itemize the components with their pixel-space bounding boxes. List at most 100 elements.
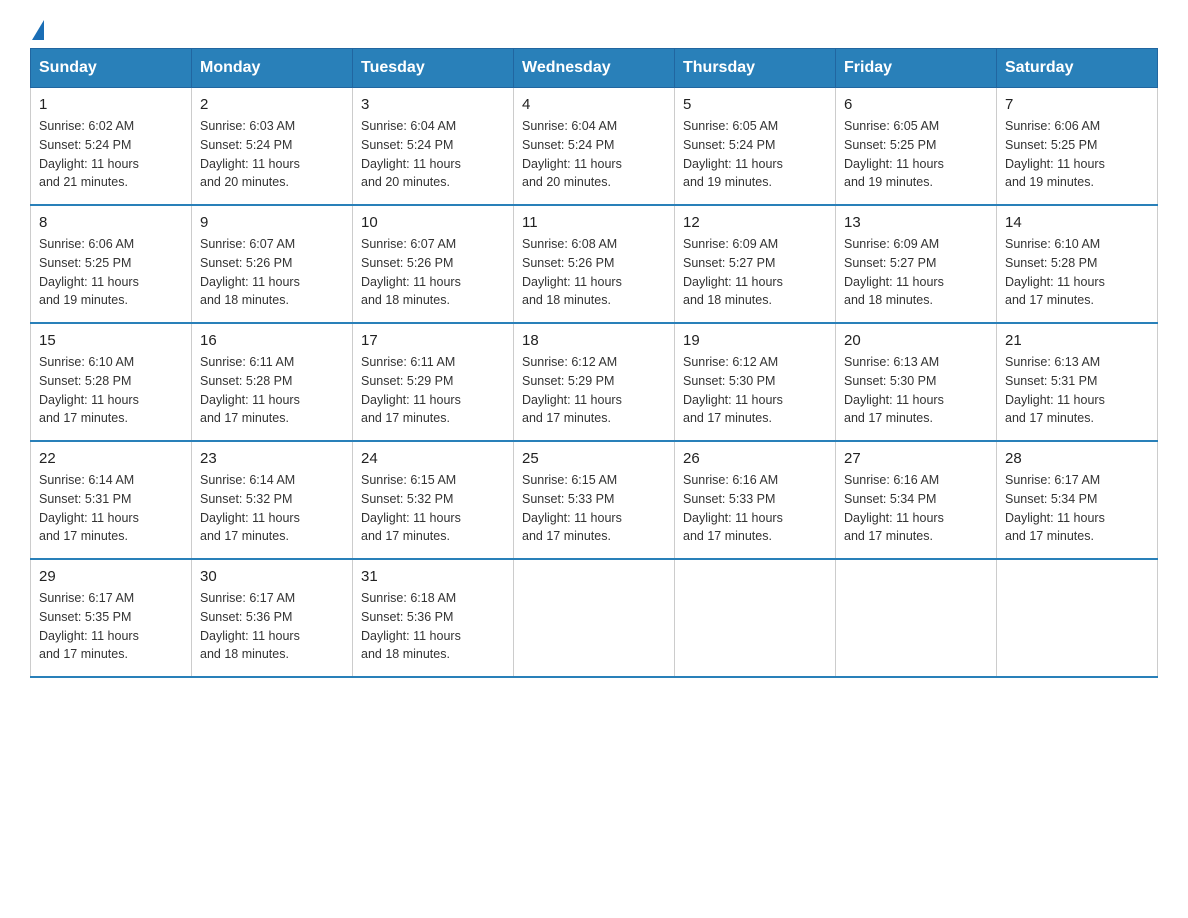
day-info: Sunrise: 6:17 AMSunset: 5:34 PMDaylight:… [1005, 471, 1149, 546]
day-info: Sunrise: 6:13 AMSunset: 5:31 PMDaylight:… [1005, 353, 1149, 428]
logo-triangle-icon [32, 20, 44, 40]
day-info: Sunrise: 6:15 AMSunset: 5:33 PMDaylight:… [522, 471, 666, 546]
day-cell: 28 Sunrise: 6:17 AMSunset: 5:34 PMDaylig… [997, 441, 1158, 559]
header-row: SundayMondayTuesdayWednesdayThursdayFrid… [31, 49, 1158, 88]
day-info: Sunrise: 6:14 AMSunset: 5:31 PMDaylight:… [39, 471, 183, 546]
day-info: Sunrise: 6:05 AMSunset: 5:25 PMDaylight:… [844, 117, 988, 192]
day-info: Sunrise: 6:08 AMSunset: 5:26 PMDaylight:… [522, 235, 666, 310]
day-cell [675, 559, 836, 677]
day-cell: 13 Sunrise: 6:09 AMSunset: 5:27 PMDaylig… [836, 205, 997, 323]
day-number: 16 [200, 332, 344, 349]
day-info: Sunrise: 6:16 AMSunset: 5:33 PMDaylight:… [683, 471, 827, 546]
day-cell: 22 Sunrise: 6:14 AMSunset: 5:31 PMDaylig… [31, 441, 192, 559]
week-row-2: 8 Sunrise: 6:06 AMSunset: 5:25 PMDayligh… [31, 205, 1158, 323]
day-info: Sunrise: 6:09 AMSunset: 5:27 PMDaylight:… [844, 235, 988, 310]
day-info: Sunrise: 6:10 AMSunset: 5:28 PMDaylight:… [1005, 235, 1149, 310]
day-info: Sunrise: 6:02 AMSunset: 5:24 PMDaylight:… [39, 117, 183, 192]
day-number: 11 [522, 214, 666, 231]
day-cell: 18 Sunrise: 6:12 AMSunset: 5:29 PMDaylig… [514, 323, 675, 441]
day-info: Sunrise: 6:06 AMSunset: 5:25 PMDaylight:… [39, 235, 183, 310]
calendar-table: SundayMondayTuesdayWednesdayThursdayFrid… [30, 48, 1158, 678]
day-number: 6 [844, 96, 988, 113]
day-number: 28 [1005, 450, 1149, 467]
week-row-3: 15 Sunrise: 6:10 AMSunset: 5:28 PMDaylig… [31, 323, 1158, 441]
week-row-4: 22 Sunrise: 6:14 AMSunset: 5:31 PMDaylig… [31, 441, 1158, 559]
day-cell: 29 Sunrise: 6:17 AMSunset: 5:35 PMDaylig… [31, 559, 192, 677]
day-info: Sunrise: 6:13 AMSunset: 5:30 PMDaylight:… [844, 353, 988, 428]
day-number: 2 [200, 96, 344, 113]
day-number: 23 [200, 450, 344, 467]
day-number: 5 [683, 96, 827, 113]
day-cell: 17 Sunrise: 6:11 AMSunset: 5:29 PMDaylig… [353, 323, 514, 441]
day-number: 3 [361, 96, 505, 113]
day-number: 25 [522, 450, 666, 467]
day-info: Sunrise: 6:12 AMSunset: 5:30 PMDaylight:… [683, 353, 827, 428]
day-cell: 3 Sunrise: 6:04 AMSunset: 5:24 PMDayligh… [353, 88, 514, 206]
day-number: 18 [522, 332, 666, 349]
header-tuesday: Tuesday [353, 49, 514, 88]
day-cell: 20 Sunrise: 6:13 AMSunset: 5:30 PMDaylig… [836, 323, 997, 441]
day-info: Sunrise: 6:06 AMSunset: 5:25 PMDaylight:… [1005, 117, 1149, 192]
day-info: Sunrise: 6:04 AMSunset: 5:24 PMDaylight:… [361, 117, 505, 192]
day-cell [836, 559, 997, 677]
day-number: 22 [39, 450, 183, 467]
day-cell: 10 Sunrise: 6:07 AMSunset: 5:26 PMDaylig… [353, 205, 514, 323]
day-info: Sunrise: 6:03 AMSunset: 5:24 PMDaylight:… [200, 117, 344, 192]
day-info: Sunrise: 6:12 AMSunset: 5:29 PMDaylight:… [522, 353, 666, 428]
day-info: Sunrise: 6:07 AMSunset: 5:26 PMDaylight:… [361, 235, 505, 310]
header-thursday: Thursday [675, 49, 836, 88]
day-number: 24 [361, 450, 505, 467]
day-info: Sunrise: 6:16 AMSunset: 5:34 PMDaylight:… [844, 471, 988, 546]
day-number: 14 [1005, 214, 1149, 231]
day-number: 4 [522, 96, 666, 113]
day-cell: 25 Sunrise: 6:15 AMSunset: 5:33 PMDaylig… [514, 441, 675, 559]
header-wednesday: Wednesday [514, 49, 675, 88]
day-number: 13 [844, 214, 988, 231]
header-monday: Monday [192, 49, 353, 88]
day-cell: 12 Sunrise: 6:09 AMSunset: 5:27 PMDaylig… [675, 205, 836, 323]
week-row-1: 1 Sunrise: 6:02 AMSunset: 5:24 PMDayligh… [31, 88, 1158, 206]
day-number: 1 [39, 96, 183, 113]
day-cell: 4 Sunrise: 6:04 AMSunset: 5:24 PMDayligh… [514, 88, 675, 206]
day-number: 20 [844, 332, 988, 349]
day-cell: 15 Sunrise: 6:10 AMSunset: 5:28 PMDaylig… [31, 323, 192, 441]
day-info: Sunrise: 6:18 AMSunset: 5:36 PMDaylight:… [361, 589, 505, 664]
day-cell [514, 559, 675, 677]
day-cell: 2 Sunrise: 6:03 AMSunset: 5:24 PMDayligh… [192, 88, 353, 206]
day-info: Sunrise: 6:07 AMSunset: 5:26 PMDaylight:… [200, 235, 344, 310]
day-cell: 24 Sunrise: 6:15 AMSunset: 5:32 PMDaylig… [353, 441, 514, 559]
day-cell: 5 Sunrise: 6:05 AMSunset: 5:24 PMDayligh… [675, 88, 836, 206]
page-header [30, 20, 1158, 38]
header-friday: Friday [836, 49, 997, 88]
day-info: Sunrise: 6:17 AMSunset: 5:36 PMDaylight:… [200, 589, 344, 664]
day-cell: 9 Sunrise: 6:07 AMSunset: 5:26 PMDayligh… [192, 205, 353, 323]
day-number: 19 [683, 332, 827, 349]
day-info: Sunrise: 6:04 AMSunset: 5:24 PMDaylight:… [522, 117, 666, 192]
day-cell: 1 Sunrise: 6:02 AMSunset: 5:24 PMDayligh… [31, 88, 192, 206]
day-cell: 19 Sunrise: 6:12 AMSunset: 5:30 PMDaylig… [675, 323, 836, 441]
day-cell: 6 Sunrise: 6:05 AMSunset: 5:25 PMDayligh… [836, 88, 997, 206]
header-sunday: Sunday [31, 49, 192, 88]
day-cell: 30 Sunrise: 6:17 AMSunset: 5:36 PMDaylig… [192, 559, 353, 677]
day-info: Sunrise: 6:17 AMSunset: 5:35 PMDaylight:… [39, 589, 183, 664]
day-cell: 26 Sunrise: 6:16 AMSunset: 5:33 PMDaylig… [675, 441, 836, 559]
day-cell: 31 Sunrise: 6:18 AMSunset: 5:36 PMDaylig… [353, 559, 514, 677]
day-number: 30 [200, 568, 344, 585]
day-cell: 11 Sunrise: 6:08 AMSunset: 5:26 PMDaylig… [514, 205, 675, 323]
day-info: Sunrise: 6:14 AMSunset: 5:32 PMDaylight:… [200, 471, 344, 546]
day-info: Sunrise: 6:10 AMSunset: 5:28 PMDaylight:… [39, 353, 183, 428]
day-info: Sunrise: 6:11 AMSunset: 5:29 PMDaylight:… [361, 353, 505, 428]
day-cell: 8 Sunrise: 6:06 AMSunset: 5:25 PMDayligh… [31, 205, 192, 323]
day-number: 21 [1005, 332, 1149, 349]
day-number: 31 [361, 568, 505, 585]
day-number: 27 [844, 450, 988, 467]
day-number: 29 [39, 568, 183, 585]
day-number: 17 [361, 332, 505, 349]
week-row-5: 29 Sunrise: 6:17 AMSunset: 5:35 PMDaylig… [31, 559, 1158, 677]
day-cell: 16 Sunrise: 6:11 AMSunset: 5:28 PMDaylig… [192, 323, 353, 441]
day-number: 12 [683, 214, 827, 231]
day-info: Sunrise: 6:11 AMSunset: 5:28 PMDaylight:… [200, 353, 344, 428]
day-cell [997, 559, 1158, 677]
day-cell: 21 Sunrise: 6:13 AMSunset: 5:31 PMDaylig… [997, 323, 1158, 441]
logo [30, 20, 44, 38]
